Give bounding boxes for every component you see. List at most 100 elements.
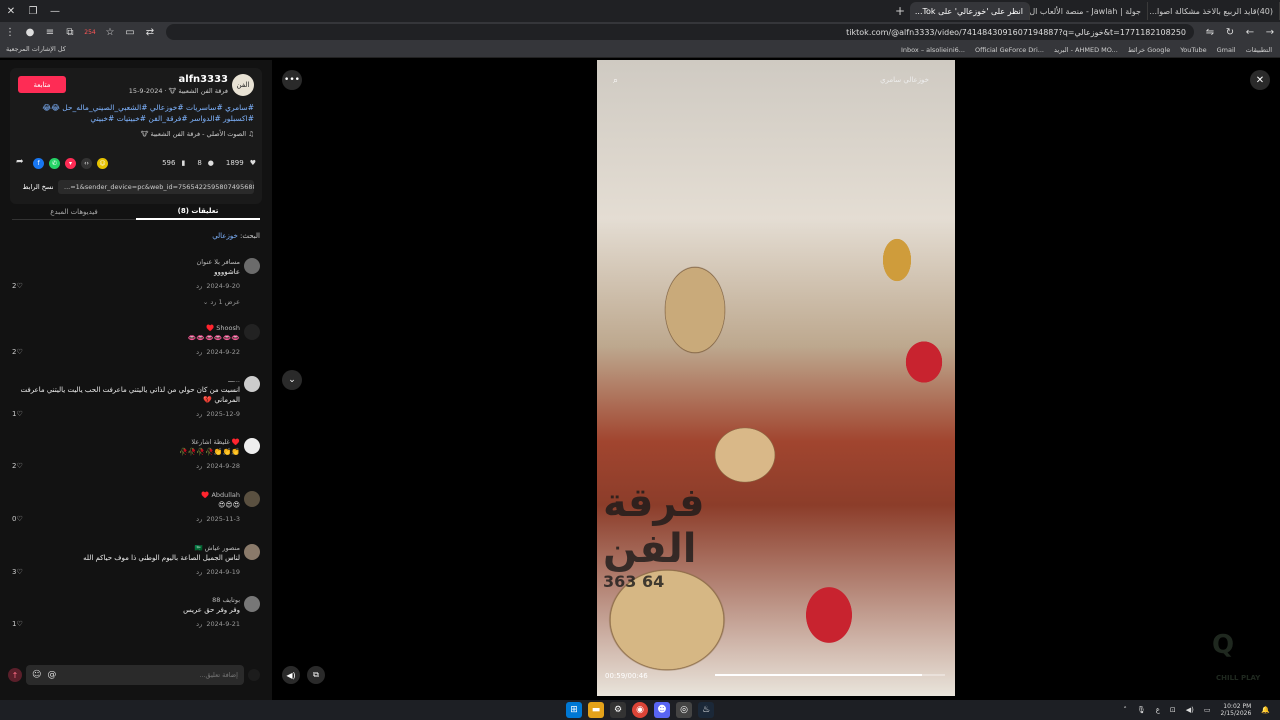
follow-button[interactable]: متابعة — [18, 76, 66, 93]
bookmark-item[interactable]: Gmail — [1217, 46, 1236, 54]
speaker-icon[interactable]: ◀) — [1186, 706, 1194, 714]
extension-badge[interactable]: 254 — [80, 29, 100, 36]
likes-stat[interactable]: 1899 ♥ — [226, 159, 256, 167]
language-indicator[interactable]: ع — [1156, 706, 1160, 714]
comment-like[interactable]: 2♡ — [12, 282, 23, 290]
commenter-name[interactable]: مسافر بلا عنوان — [196, 258, 240, 266]
video-search-bar[interactable]: ⌕ خوزعالي سامري — [607, 74, 941, 90]
site-settings-icon[interactable]: ⇋ — [1200, 27, 1220, 38]
start-icon[interactable]: ⊞ — [566, 702, 582, 718]
browser-tab[interactable]: (40)قايد الربيع بالاخذ مشكالة اصوا...✕ — [1148, 2, 1280, 20]
comment-input[interactable] — [62, 671, 238, 679]
view-replies-button[interactable]: عرض 1 رد ⌄ — [203, 298, 240, 306]
reply-link[interactable]: رد — [196, 282, 202, 290]
tray-chevron-icon[interactable]: ˄ — [1123, 706, 1127, 714]
comment-extra-icon[interactable] — [248, 669, 260, 681]
commenter-avatar[interactable] — [244, 376, 260, 392]
system-clock[interactable]: 10:02 PM 2/15/2026 — [1221, 703, 1252, 717]
bookmark-item[interactable]: Official GeForce Dri... — [975, 46, 1044, 54]
comment-like[interactable]: 0♡ — [12, 515, 23, 523]
search-query-link[interactable]: خوزعالي — [212, 232, 238, 240]
share-link-field[interactable]: ...=1&sender_device=pc&web_id=7565422595… — [58, 180, 254, 194]
reply-link[interactable]: رد — [196, 462, 202, 470]
volume-icon[interactable]: ◀) — [282, 666, 300, 684]
notification-bell-icon[interactable]: 🔔 — [1261, 706, 1270, 714]
mention-icon[interactable]: @ — [47, 670, 56, 680]
reply-link[interactable]: رد — [196, 620, 202, 628]
tab-comments[interactable]: تعليقات (8) — [136, 204, 260, 220]
translate-icon[interactable]: ⇄ — [140, 27, 160, 38]
reply-link[interactable]: رد — [196, 568, 202, 576]
commenter-name[interactable]: بوتايف 88 — [212, 596, 240, 604]
post-hashtags[interactable]: #سامري #ساسريات #خوزعالي #الشعبي_الصيني_… — [18, 102, 254, 124]
whatsapp-icon[interactable]: ✆ — [49, 157, 60, 169]
bookmark-star-icon[interactable]: ☆ — [100, 27, 120, 38]
github-icon[interactable]: ◎ — [676, 702, 692, 718]
window-close-icon[interactable]: ✕ — [0, 0, 22, 22]
close-video-button[interactable]: ✕ — [1250, 70, 1270, 90]
commenter-avatar[interactable] — [244, 324, 260, 340]
emoji-icon[interactable]: ☺ — [32, 670, 41, 680]
search-icon[interactable]: ⌕ — [613, 76, 618, 86]
comment-like[interactable]: 1♡ — [12, 410, 23, 418]
picture-in-picture-icon[interactable]: ⧉ — [307, 666, 325, 684]
video-player[interactable]: ⌕ خوزعالي سامري فرقة الفن 64 363 00:59/0… — [597, 60, 955, 696]
more-options-button[interactable]: ••• — [282, 70, 302, 90]
steam-icon[interactable]: ♨ — [698, 702, 714, 718]
forward-icon[interactable]: → — [1260, 27, 1280, 38]
window-restore-icon[interactable]: ❐ — [22, 0, 44, 22]
back-icon[interactable]: ← — [1240, 27, 1260, 38]
facebook-icon[interactable]: f — [33, 157, 44, 169]
music-link[interactable]: ♫ الصوت الأصلي - فرقة الفن الشعبية 🐮 — [141, 130, 254, 138]
reload-icon[interactable]: ↻ — [1220, 27, 1240, 38]
browser-tab[interactable]: جولة | Jawlah - منصة الألعاب ال...✕ — [1030, 2, 1148, 20]
saves-stat[interactable]: 596 ▮ — [162, 159, 185, 167]
post-comment-button[interactable]: ↑ — [8, 668, 22, 682]
network-icon[interactable]: ⊡ — [1170, 706, 1176, 714]
bookmark-item[interactable]: YouTube — [1180, 46, 1206, 54]
commenter-name[interactable]: Shoosh ♥️ — [206, 324, 240, 332]
commenter-avatar[interactable] — [244, 491, 260, 507]
commenter-name[interactable]: منصور عياش 🇸🇦 — [194, 544, 240, 552]
bookmark-item[interactable]: Inbox – alsolieini6... — [901, 46, 965, 54]
commenter-name[interactable]: Abdullah ♥️ — [201, 491, 240, 499]
tab-creator-videos[interactable]: فيديوهات المبدع — [12, 204, 136, 220]
bookmark-item[interactable]: التطبيقات — [1246, 46, 1272, 54]
author-username[interactable]: alfn3333 — [179, 74, 228, 85]
downloads-icon[interactable]: ≡ — [40, 27, 60, 38]
window-minimize-icon[interactable]: — — [44, 0, 66, 22]
commenter-avatar[interactable] — [244, 596, 260, 612]
comment-like[interactable]: 2♡ — [12, 462, 23, 470]
discord-icon[interactable]: ☻ — [654, 702, 670, 718]
emoji-share-icon[interactable]: ☺ — [97, 157, 108, 169]
share-arrow-icon[interactable]: ➦ — [16, 157, 28, 169]
browser-tab-active[interactable]: انظر على 'خوزعالي' على Tok...✕ — [910, 2, 1030, 20]
file-explorer-icon[interactable]: ▬ — [588, 702, 604, 718]
new-tab-button[interactable]: + — [890, 4, 910, 18]
settings-gear-icon[interactable]: ⚙ — [610, 702, 626, 718]
chrome-icon[interactable]: ◉ — [632, 702, 648, 718]
cast-icon[interactable]: ▭ — [120, 27, 140, 38]
menu-dots-icon[interactable]: ⋮ — [0, 27, 20, 38]
comments-stat[interactable]: 8 ● — [197, 159, 214, 167]
next-video-button[interactable]: ⌄ — [282, 370, 302, 390]
comment-like[interactable]: 1♡ — [12, 620, 23, 628]
video-progress-bar[interactable] — [715, 674, 945, 676]
commenter-name[interactable]: ...ـــ — [228, 376, 240, 384]
comment-like[interactable]: 2♡ — [12, 348, 23, 356]
repost-icon[interactable]: ▾ — [65, 157, 76, 169]
url-field[interactable]: tiktok.com/@alfn3333/video/7414843091607… — [166, 24, 1194, 40]
reply-link[interactable]: رد — [196, 410, 202, 418]
extensions-icon[interactable]: ⧉ — [60, 27, 80, 38]
commenter-avatar[interactable] — [244, 258, 260, 274]
commenter-avatar[interactable] — [244, 544, 260, 560]
bookmark-item[interactable]: خرائط Google — [1128, 46, 1170, 54]
copy-link-button[interactable]: نسخ الرابط — [18, 180, 58, 194]
microphone-icon[interactable]: 🎙 — [1137, 706, 1146, 714]
reply-link[interactable]: رد — [196, 515, 202, 523]
profile-icon[interactable]: ● — [20, 27, 40, 38]
all-bookmarks-link[interactable]: كل الإشارات المرجعية — [6, 45, 66, 53]
comment-like[interactable]: 3♡ — [12, 568, 23, 576]
embed-icon[interactable]: ‹› — [81, 157, 92, 169]
battery-icon[interactable]: ▭ — [1204, 706, 1211, 714]
